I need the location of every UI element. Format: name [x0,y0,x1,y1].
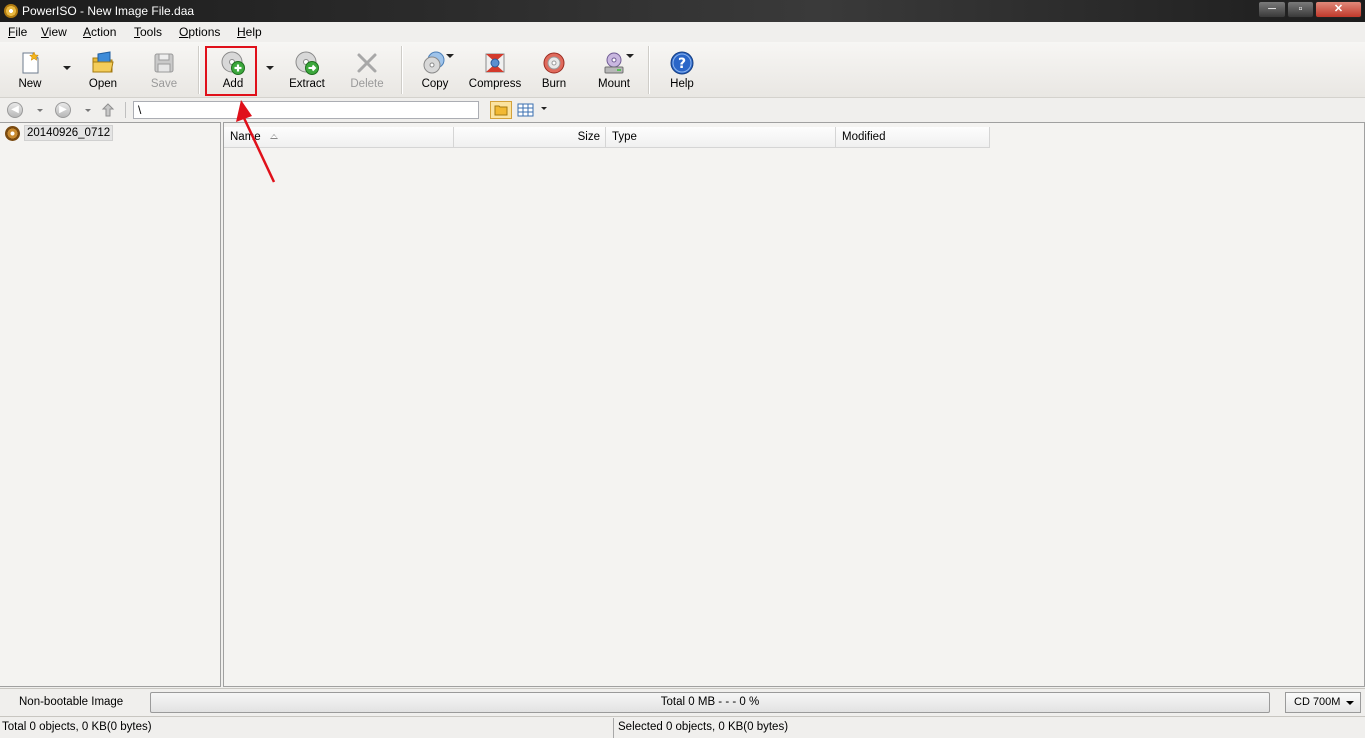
compress-button[interactable]: Compress [467,48,523,94]
title-bar: PowerISO - New Image File.daa ─ ▫ ✕ [0,0,1365,22]
burn-button[interactable]: Burn [526,48,582,94]
close-button[interactable]: ✕ [1315,1,1362,18]
help-button[interactable]: ? Help [654,48,710,94]
menu-options[interactable]: Options [179,25,220,39]
copy-label: Copy [421,78,449,90]
copy-dropdown-arrow[interactable] [446,54,454,58]
file-list-panel: Name Size Type Modified [223,122,1365,687]
toolbar-separator [198,46,199,94]
folder-view-icon[interactable] [490,101,512,119]
menu-bar: File View Action Tools Options Help [0,22,1365,42]
forward-dropdown-arrow[interactable] [85,109,91,112]
add-dropdown-arrow[interactable] [266,66,274,70]
maximize-button[interactable]: ▫ [1287,1,1314,18]
forward-icon[interactable]: ▶ [55,102,71,118]
new-dropdown-arrow[interactable] [63,66,71,70]
extract-disc-icon [295,51,319,75]
selected-objects-text: Selected 0 objects, 0 KB(0 bytes) [618,721,789,733]
poweriso-app-icon [4,4,18,18]
image-disc-icon [5,126,20,141]
compress-icon [485,53,505,73]
column-header-size[interactable]: Size [454,127,606,148]
menu-help[interactable]: Help [237,25,262,39]
address-separator [125,102,126,118]
copy-disc-icon [423,51,445,74]
minimize-button[interactable]: ─ [1258,1,1286,18]
compress-label: Compress [468,78,522,90]
menu-file[interactable]: File [8,25,27,39]
up-folder-icon[interactable] [100,102,116,118]
mount-drive-icon [604,52,624,74]
details-view-icon[interactable] [516,101,538,119]
menu-view[interactable]: View [41,25,67,39]
save-label: Save [150,78,178,90]
selection-status-bar: Total 0 objects, 0 KB(0 bytes) Selected … [0,716,1365,738]
menu-action[interactable]: Action [83,25,116,39]
capacity-progress-bar: Total 0 MB - - - 0 % [150,692,1270,713]
extract-label: Extract [289,78,325,90]
help-label: Help [670,78,694,90]
help-question-icon: ? [670,51,694,75]
back-dropdown-arrow[interactable] [37,109,43,112]
mount-label: Mount [598,78,630,90]
open-folder-icon [92,51,114,73]
new-file-icon [22,51,40,74]
burn-label: Burn [541,78,567,90]
save-disk-icon [154,53,174,73]
media-size-value: CD 700M [1294,696,1341,708]
view-dropdown-arrow[interactable] [541,107,547,110]
toolbar-separator [401,46,402,94]
copy-button[interactable]: Copy [407,48,463,94]
chevron-down-icon [1346,701,1354,705]
toolbar-separator [648,46,649,94]
burn-disc-icon [543,52,565,74]
address-bar: ◀ ▶ \ [0,98,1365,122]
delete-x-icon [357,53,377,73]
back-icon[interactable]: ◀ [7,102,23,118]
media-size-select[interactable]: CD 700M [1285,692,1361,713]
new-button[interactable]: New [2,48,58,94]
open-label: Open [88,78,118,90]
tree-root-label: 20140926_0712 [24,125,114,141]
add-button-highlight [205,46,257,96]
open-button[interactable]: Open [75,48,131,94]
new-label: New [18,78,42,90]
menu-tools[interactable]: Tools [134,25,162,39]
column-header-type[interactable]: Type [606,127,836,148]
mount-dropdown-arrow[interactable] [626,54,634,58]
total-objects-text: Total 0 objects, 0 KB(0 bytes) [2,721,152,733]
annotation-arrow [236,100,276,183]
save-button[interactable]: Save [136,48,192,94]
boot-type-label: Non-bootable Image [19,696,124,708]
delete-button[interactable]: Delete [339,48,395,94]
delete-label: Delete [350,78,384,90]
path-input[interactable]: \ [133,101,479,119]
extract-button[interactable]: Extract [279,48,335,94]
svg-text:?: ? [678,56,686,72]
status-divider [613,718,614,738]
image-status-bar: Non-bootable Image Total 0 MB - - - 0 % … [0,688,1365,716]
folder-tree-panel: 20140926_0712 [0,122,221,687]
window-title: PowerISO - New Image File.daa [22,4,195,18]
column-header-modified[interactable]: Modified [836,127,990,148]
